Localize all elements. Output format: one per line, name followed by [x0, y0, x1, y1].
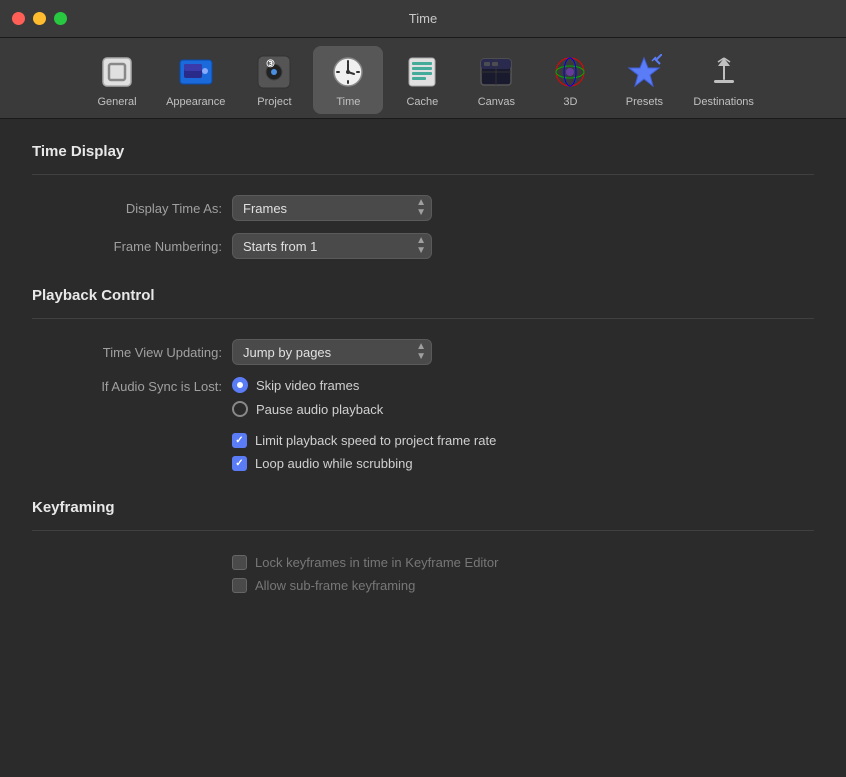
display-time-select-wrapper: Frames Timecode Samples ▲▼ [232, 195, 432, 221]
canvas-label: Canvas [478, 96, 515, 108]
checkbox-row-loop: Loop audio while scrubbing [232, 456, 496, 471]
frame-numbering-label: Frame Numbering: [32, 239, 222, 254]
time-view-row: Time View Updating: Jump by pages Contin… [32, 339, 814, 365]
title-bar: Time [0, 0, 846, 38]
3d-label: 3D [563, 96, 577, 108]
project-icon: ③ [254, 52, 294, 92]
time-display-section: Time Display Display Time As: Frames Tim… [32, 143, 814, 259]
playback-checkbox-group: Limit playback speed to project frame ra… [232, 433, 496, 471]
canvas-icon [476, 52, 516, 92]
svg-text:③: ③ [266, 59, 275, 70]
audio-sync-label: If Audio Sync is Lost: [32, 377, 222, 394]
cache-label: Cache [406, 96, 438, 108]
checkbox-limit-playback[interactable] [232, 433, 247, 448]
window-title: Time [409, 11, 437, 26]
checkbox-row-limit: Limit playback speed to project frame ra… [232, 433, 496, 448]
keyframing-checkboxes-row: Lock keyframes in time in Keyframe Edito… [32, 551, 814, 593]
toolbar-item-project[interactable]: ③ Project [239, 46, 309, 114]
playback-checkboxes-row: Limit playback speed to project frame ra… [32, 429, 814, 471]
display-time-select[interactable]: Frames Timecode Samples [232, 195, 432, 221]
toolbar: General Appearance ③ Project [0, 38, 846, 119]
radio-row-pause: Pause audio playback [232, 401, 383, 417]
toolbar-item-3d[interactable]: 3D [535, 46, 605, 114]
appearance-icon [176, 52, 216, 92]
checkbox-subfr-label: Allow sub-frame keyframing [255, 578, 415, 593]
toolbar-item-canvas[interactable]: Canvas [461, 46, 531, 114]
appearance-label: Appearance [166, 96, 225, 108]
content-area: Time Display Display Time As: Frames Tim… [0, 119, 846, 645]
general-icon [97, 52, 137, 92]
time-display-header: Time Display [32, 143, 814, 160]
keyframing-section: Keyframing Lock keyframes in time in Key… [32, 499, 814, 593]
frame-numbering-select-wrapper: Starts from 0 Starts from 1 ▲▼ [232, 233, 432, 259]
toolbar-item-cache[interactable]: Cache [387, 46, 457, 114]
destinations-label: Destinations [693, 96, 754, 108]
checkbox-limit-label: Limit playback speed to project frame ra… [255, 433, 496, 448]
frame-numbering-select[interactable]: Starts from 0 Starts from 1 [232, 233, 432, 259]
radio-skip-video-frames[interactable] [232, 377, 248, 393]
toolbar-item-general[interactable]: General [82, 46, 152, 114]
time-display-divider [32, 174, 814, 175]
time-view-label: Time View Updating: [32, 345, 222, 360]
3d-icon [550, 52, 590, 92]
maximize-button[interactable] [54, 12, 67, 25]
time-view-select[interactable]: Jump by pages Continuous None [232, 339, 432, 365]
checkbox-loop-label: Loop audio while scrubbing [255, 456, 413, 471]
toolbar-item-time[interactable]: Time [313, 46, 383, 114]
checkbox-loop-audio[interactable] [232, 456, 247, 471]
time-label: Time [336, 96, 360, 108]
project-label: Project [257, 96, 291, 108]
toolbar-item-appearance[interactable]: Appearance [156, 46, 235, 114]
playback-control-section: Playback Control Time View Updating: Jum… [32, 287, 814, 471]
toolbar-item-presets[interactable]: Presets [609, 46, 679, 114]
minimize-button[interactable] [33, 12, 46, 25]
presets-icon [624, 52, 664, 92]
time-icon [328, 52, 368, 92]
keyframing-header: Keyframing [32, 499, 814, 516]
traffic-lights [12, 12, 67, 25]
general-label: General [97, 96, 136, 108]
radio-row-skip: Skip video frames [232, 377, 383, 393]
checkbox-subframe[interactable] [232, 578, 247, 593]
checkbox-row-subfr: Allow sub-frame keyframing [232, 578, 498, 593]
radio-pause-audio[interactable] [232, 401, 248, 417]
audio-sync-row: If Audio Sync is Lost: Skip video frames… [32, 377, 814, 417]
close-button[interactable] [12, 12, 25, 25]
toolbar-item-destinations[interactable]: Destinations [683, 46, 764, 114]
time-view-select-wrapper: Jump by pages Continuous None ▲▼ [232, 339, 432, 365]
display-time-row: Display Time As: Frames Timecode Samples… [32, 195, 814, 221]
presets-label: Presets [626, 96, 663, 108]
keyframing-checkbox-group: Lock keyframes in time in Keyframe Edito… [232, 555, 498, 593]
checkbox-lock-label: Lock keyframes in time in Keyframe Edito… [255, 555, 498, 570]
checkbox-lock-keyframes[interactable] [232, 555, 247, 570]
radio-pause-label: Pause audio playback [256, 402, 383, 417]
radio-skip-label: Skip video frames [256, 378, 359, 393]
audio-sync-radio-group: Skip video frames Pause audio playback [232, 377, 383, 417]
playback-control-header: Playback Control [32, 287, 814, 304]
checkbox-row-lock: Lock keyframes in time in Keyframe Edito… [232, 555, 498, 570]
playback-divider [32, 318, 814, 319]
cache-icon [402, 52, 442, 92]
keyframing-divider [32, 530, 814, 531]
display-time-label: Display Time As: [32, 201, 222, 216]
frame-numbering-row: Frame Numbering: Starts from 0 Starts fr… [32, 233, 814, 259]
destinations-icon [704, 52, 744, 92]
